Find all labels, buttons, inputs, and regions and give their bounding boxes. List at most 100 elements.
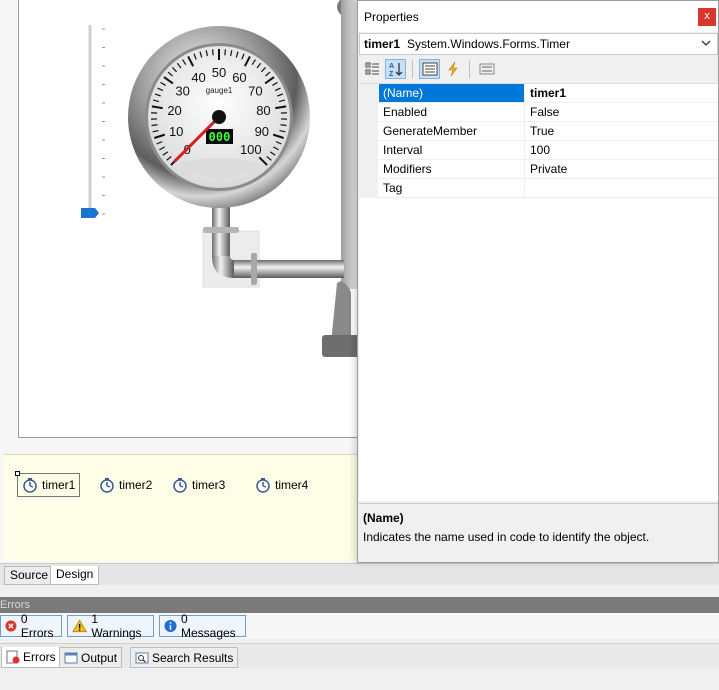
messages-filter-label: 0 Messages bbox=[180, 612, 236, 640]
row-gutter bbox=[359, 179, 378, 198]
property-pages-icon bbox=[479, 63, 494, 75]
row-gutter bbox=[359, 160, 378, 179]
tray-item-label: timer1 bbox=[42, 478, 76, 492]
row-gutter bbox=[359, 84, 378, 103]
view-tab-strip: Source Design bbox=[0, 563, 719, 585]
properties-view-button[interactable] bbox=[419, 59, 440, 79]
pipe-graphic bbox=[202, 204, 344, 288]
slider-thumb[interactable] bbox=[81, 208, 99, 218]
component-tray: timer1 timer2 timer3 timer4 bbox=[3, 454, 358, 561]
alphabetical-button[interactable]: AZ bbox=[385, 59, 406, 79]
tray-item-label: timer4 bbox=[275, 478, 309, 492]
output-icon bbox=[64, 652, 78, 663]
svg-text:A: A bbox=[389, 63, 394, 70]
tab-errors-label: Errors bbox=[23, 650, 56, 664]
property-name: Tag bbox=[379, 179, 525, 197]
properties-icon bbox=[422, 62, 437, 76]
tab-source[interactable]: Source bbox=[4, 566, 55, 585]
property-name: Interval bbox=[379, 141, 525, 159]
property-row-name[interactable]: (Name) timer1 bbox=[359, 84, 718, 103]
vertical-slider[interactable] bbox=[81, 25, 105, 218]
warnings-filter-button[interactable]: 1 Warnings bbox=[67, 612, 154, 640]
toolbar-separator bbox=[412, 60, 413, 78]
tab-design[interactable]: Design bbox=[50, 566, 100, 585]
messages-filter-button[interactable]: 0 Messages bbox=[159, 612, 246, 640]
properties-toolbar: AZ bbox=[359, 57, 718, 81]
errors-filter-button[interactable]: 0 Errors bbox=[0, 612, 62, 640]
property-row-enabled[interactable]: Enabled False bbox=[359, 103, 718, 122]
errors-toolbar: 0 Errors 1 Warnings 0 Messages bbox=[0, 612, 719, 640]
property-value[interactable]: True bbox=[526, 122, 716, 140]
property-row-modifiers[interactable]: Modifiers Private bbox=[359, 160, 718, 179]
tray-item-label: timer2 bbox=[119, 478, 153, 492]
property-row-interval[interactable]: Interval 100 bbox=[359, 141, 718, 160]
warning-icon bbox=[72, 619, 88, 633]
gauge-scale-label: 100 bbox=[240, 142, 262, 157]
property-value[interactable] bbox=[526, 179, 716, 197]
timer-icon bbox=[23, 478, 37, 493]
gauge-tick bbox=[212, 49, 214, 56]
tray-item-timer4[interactable]: timer4 bbox=[251, 473, 312, 497]
form-canvas[interactable]: 0102030405060708090100 gauge1 000 bbox=[18, 0, 363, 438]
property-value[interactable]: False bbox=[526, 103, 716, 121]
property-value[interactable]: Private bbox=[526, 160, 716, 178]
gauge-scale-label: 80 bbox=[256, 103, 270, 118]
property-value[interactable]: timer1 bbox=[526, 84, 716, 102]
close-button[interactable]: x bbox=[698, 8, 716, 26]
errors-panel-header: Errors bbox=[0, 597, 719, 613]
property-description-pane: (Name) Indicates the name used in code t… bbox=[359, 503, 718, 562]
gauge-control[interactable]: 0102030405060708090100 gauge1 000 bbox=[128, 26, 310, 208]
tray-item-timer2[interactable]: timer2 bbox=[95, 473, 156, 497]
properties-window: Properties x timer1 System.Windows.Forms… bbox=[357, 0, 719, 563]
gauge-scale-label: 10 bbox=[169, 124, 183, 139]
timer-icon bbox=[173, 478, 187, 493]
gauge-tick bbox=[151, 124, 158, 127]
gauge-scale-label: 60 bbox=[232, 70, 246, 85]
row-gutter bbox=[359, 141, 378, 160]
tab-search-results-label: Search Results bbox=[152, 650, 234, 665]
gauge-digital-readout: 000 bbox=[209, 130, 231, 144]
property-value[interactable]: 100 bbox=[526, 141, 716, 159]
status-strip bbox=[0, 668, 719, 690]
property-row-generatemember[interactable]: GenerateMember True bbox=[359, 122, 718, 141]
gauge-scale-label: 20 bbox=[167, 103, 181, 118]
gauge-tick bbox=[224, 49, 226, 56]
gauge-scale-label: 70 bbox=[248, 84, 262, 99]
events-view-button[interactable] bbox=[442, 59, 463, 79]
properties-title-bar[interactable]: Properties x bbox=[358, 1, 718, 32]
tray-item-timer3[interactable]: timer3 bbox=[168, 473, 229, 497]
timer-icon bbox=[256, 478, 270, 493]
error-icon bbox=[5, 620, 17, 632]
tab-output-label: Output bbox=[81, 650, 118, 665]
toolbar-separator bbox=[469, 60, 470, 78]
warnings-filter-label: 1 Warnings bbox=[91, 612, 142, 640]
events-icon bbox=[447, 61, 458, 77]
property-name: Enabled bbox=[379, 103, 525, 121]
timer-icon bbox=[100, 478, 114, 493]
tray-item-label: timer3 bbox=[192, 478, 226, 492]
search-results-icon bbox=[135, 652, 149, 663]
tab-search-results[interactable]: Search Results bbox=[130, 647, 239, 668]
form-graphics: 0102030405060708090100 gauge1 000 bbox=[81, 0, 362, 357]
property-name: Modifiers bbox=[379, 160, 525, 178]
description-text: Indicates the name used in code to ident… bbox=[363, 530, 650, 544]
property-row-tag[interactable]: Tag bbox=[359, 179, 718, 198]
description-title: (Name) bbox=[363, 511, 404, 525]
tab-output[interactable]: Output bbox=[59, 647, 123, 668]
object-selector-dropdown[interactable]: timer1 System.Windows.Forms.Timer bbox=[359, 33, 718, 55]
errors-filter-label: 0 Errors bbox=[20, 612, 54, 640]
tab-errors[interactable]: Errors bbox=[1, 647, 61, 668]
tray-item-timer1[interactable]: timer1 bbox=[15, 471, 81, 497]
gauge-scale-label: 50 bbox=[212, 65, 226, 80]
property-pages-button[interactable] bbox=[476, 59, 497, 79]
property-grid: (Name) timer1 Enabled False GenerateMemb… bbox=[359, 83, 718, 501]
properties-title: Properties bbox=[364, 10, 419, 24]
gauge-scale-label: 90 bbox=[255, 124, 269, 139]
selection-handle[interactable] bbox=[15, 471, 20, 476]
row-gutter bbox=[359, 103, 378, 122]
categorized-button[interactable] bbox=[362, 59, 383, 79]
gauge-tick bbox=[280, 124, 287, 127]
sort-categorized-icon bbox=[365, 62, 379, 75]
bottom-tab-strip: Errors Output Search Results bbox=[0, 643, 719, 668]
object-name: timer1 bbox=[364, 37, 401, 51]
